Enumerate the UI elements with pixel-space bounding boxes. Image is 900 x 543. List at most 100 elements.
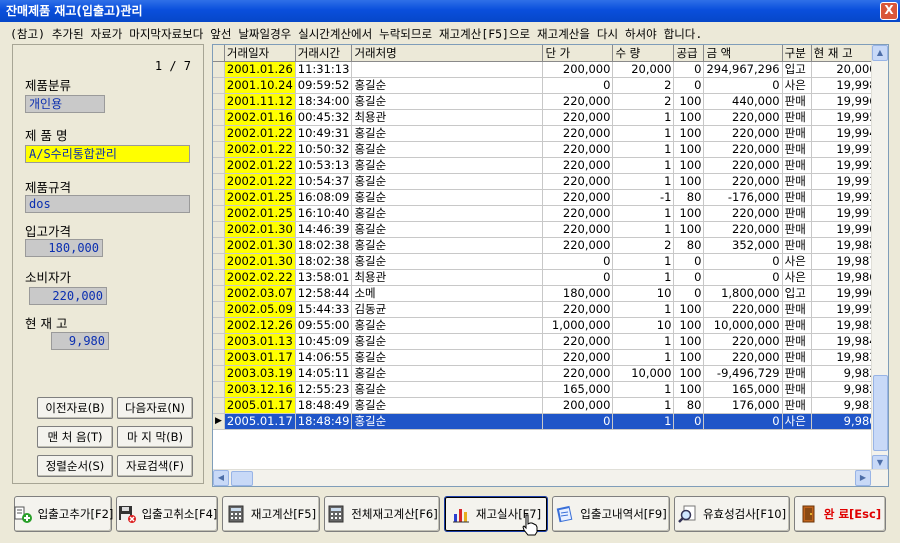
cancel-inout-label: 입출고취소[F4] <box>141 507 218 521</box>
table-row[interactable]: 2002.01.30 18:02:38 홍길순 220,000 2 80 352,000 판매… <box>213 237 880 254</box>
column-header[interactable]: 거래일자 <box>224 45 296 62</box>
cancel-inout-button[interactable]: 입출고취소[F4] <box>116 496 218 532</box>
table-row[interactable]: 2002.02.22 13:58:01 최용관 0 1 0 0 사은 19,986 <box>213 269 880 286</box>
table-cell: 220,000 <box>542 173 614 190</box>
close-button[interactable]: X <box>880 2 898 20</box>
document-report-icon <box>556 505 573 523</box>
table-row[interactable]: 2002.01.25 16:08:09 홍길순 220,000 -1 80 -176,000… <box>213 189 880 206</box>
next-record-button[interactable]: 다음자료(N) <box>117 397 193 419</box>
table-row[interactable]: 2002.05.09 15:44:33 김동균 220,000 1 100 220,000 판… <box>213 301 880 318</box>
table-cell: 220,000 <box>703 141 783 158</box>
column-header[interactable]: 현 재 고 <box>811 45 880 62</box>
table-cell: 2005.01.17 <box>224 413 296 430</box>
row-indicator <box>213 333 225 350</box>
column-header[interactable]: 수 량 <box>612 45 675 62</box>
table-row[interactable]: 2001.01.26 11:31:13 200,000 20,000 0 294,967,… <box>213 61 880 78</box>
table-row[interactable]: 2002.01.22 10:53:13 홍길순 220,000 1 100 220,000 판… <box>213 157 880 174</box>
table-row[interactable]: 2002.01.16 00:45:32 최용관 220,000 1 100 220,000 판… <box>213 109 880 126</box>
floppy-delete-icon <box>118 506 136 523</box>
table-row[interactable]: 2002.12.26 09:55:00 홍길순 1,000,000 10 100 10,00… <box>213 317 880 334</box>
record-search-button[interactable]: 자료검색(F) <box>117 455 193 477</box>
vertical-scroll-thumb[interactable] <box>873 375 888 451</box>
table-row[interactable]: 2003.03.19 14:05:11 홍길순 220,000 10,000 100 -9,… <box>213 365 880 382</box>
table-row[interactable]: 2002.01.25 16:10:40 홍길순 220,000 1 100 220,000 판… <box>213 205 880 222</box>
scroll-up-icon[interactable]: ▲ <box>872 45 888 61</box>
table-cell: 15:44:33 <box>295 301 353 318</box>
all-stock-calc-button[interactable]: 전체재고계산[F6] <box>324 496 440 532</box>
table-cell: 홍길순 <box>351 125 544 142</box>
table-row[interactable]: ▶ 2005.01.17 18:48:49 홍길순 0 1 0 0 사은 9,980 <box>213 413 880 430</box>
table-row[interactable]: 2005.01.17 18:48:49 홍길순 200,000 1 80 176,000 판매… <box>213 397 880 414</box>
validate-button[interactable]: 유효성검사[F10] <box>674 496 790 532</box>
inout-history-button[interactable]: 입출고내역서[F9] <box>552 496 670 532</box>
table-cell: 판매 <box>782 141 812 158</box>
table-cell: 220,000 <box>542 205 614 222</box>
table-cell: 100 <box>673 221 705 238</box>
column-header[interactable]: 구분 <box>782 45 812 62</box>
table-cell: 0 <box>673 413 705 430</box>
horizontal-scrollbar[interactable]: ◀ ▶ <box>213 469 888 486</box>
table-row[interactable]: 2002.01.30 18:02:38 홍길순 0 1 0 0 사은 19,987 <box>213 253 880 270</box>
table-cell: 18:34:00 <box>295 93 353 110</box>
table-row[interactable]: 2003.01.17 14:06:55 홍길순 220,000 1 100 220,000 판… <box>213 349 880 366</box>
table-row[interactable]: 2002.01.22 10:50:32 홍길순 220,000 1 100 220,000 판… <box>213 141 880 158</box>
horizontal-scroll-thumb[interactable] <box>231 471 253 486</box>
table-cell: 2002.01.30 <box>224 221 296 238</box>
column-header[interactable]: 단 가 <box>542 45 614 62</box>
done-button[interactable]: 완 료[Esc] <box>794 496 886 532</box>
table-cell: 2003.01.13 <box>224 333 296 350</box>
table-row[interactable]: 2003.01.13 10:45:09 홍길순 220,000 1 100 220,000 판… <box>213 333 880 350</box>
table-cell: 입고 <box>782 61 812 78</box>
table-cell: 2002.01.30 <box>224 253 296 270</box>
consumer-price-field[interactable]: 220,000 <box>29 287 107 305</box>
table-cell: 0 <box>542 253 614 270</box>
table-cell: 0 <box>703 413 783 430</box>
in-price-field[interactable]: 180,000 <box>25 239 103 257</box>
row-indicator: ▶ <box>213 413 225 430</box>
spec-field[interactable]: dos <box>25 195 190 213</box>
table-row[interactable]: 2001.10.24 09:59:52 홍길순 0 2 0 0 사은 19,998 <box>213 77 880 94</box>
table-cell: 홍길순 <box>351 237 544 254</box>
table-cell: 220,000 <box>542 157 614 174</box>
calculator-icon <box>228 505 244 523</box>
table-cell: 1 <box>612 301 675 318</box>
table-cell: 220,000 <box>703 205 783 222</box>
table-cell: 0 <box>542 77 614 94</box>
table-cell: 1 <box>612 269 675 286</box>
table-row[interactable]: 2001.11.12 18:34:00 홍길순 220,000 2 100 440,000 판… <box>213 93 880 110</box>
vertical-scrollbar[interactable]: ▲ ▼ <box>871 45 888 471</box>
table-row[interactable]: 2002.01.22 10:54:37 홍길순 220,000 1 100 220,000 판… <box>213 173 880 190</box>
column-header[interactable]: 금 액 <box>703 45 783 62</box>
column-header[interactable]: 거래처명 <box>351 45 544 62</box>
table-cell: 판매 <box>782 381 812 398</box>
scroll-left-icon[interactable]: ◀ <box>213 470 229 486</box>
table-cell: 홍길순 <box>351 141 544 158</box>
transaction-grid[interactable]: 거래일자 거래시간 거래처명 단 가수 량 공급 금 액 구분 현 재 고 2001.01.2… <box>212 44 889 487</box>
table-cell: 판매 <box>782 333 812 350</box>
exit-door-icon <box>802 505 815 523</box>
table-cell: 홍길순 <box>351 93 544 110</box>
table-row[interactable]: 2003.12.16 12:55:23 홍길순 165,000 1 100 165,000 판… <box>213 381 880 398</box>
table-cell: 220,000 <box>542 141 614 158</box>
prev-record-button[interactable]: 이전자료(B) <box>37 397 113 419</box>
last-record-button[interactable]: 마 지 막(B) <box>117 426 193 448</box>
add-inout-button[interactable]: 입출고추가[F2] <box>14 496 113 532</box>
table-cell: 176,000 <box>703 397 783 414</box>
column-header[interactable]: 공급 <box>673 45 705 62</box>
stock-calc-button[interactable]: 재고계산[F5] <box>222 496 320 532</box>
first-record-button[interactable]: 맨 처 음(T) <box>37 426 113 448</box>
row-indicator <box>213 77 225 94</box>
category-field[interactable]: 개인용 <box>25 95 105 113</box>
sort-order-button[interactable]: 정렬순서(S) <box>37 455 113 477</box>
product-panel: 1 / 7 제품분류 개인용 제 품 명 A/S수리통합관리 제품규격 dos … <box>12 44 204 484</box>
name-field[interactable]: A/S수리통합관리 <box>25 145 190 163</box>
table-row[interactable]: 2002.03.07 12:58:44 소메 180,000 10 0 1,800,000 입… <box>213 285 880 302</box>
row-indicator <box>213 237 225 254</box>
table-cell: 180,000 <box>542 285 614 302</box>
scroll-right-icon[interactable]: ▶ <box>855 470 871 486</box>
table-cell: 19,985 <box>811 317 880 334</box>
table-row[interactable]: 2002.01.30 14:46:39 홍길순 220,000 1 100 220,000 판… <box>213 221 880 238</box>
column-header[interactable]: 거래시간 <box>295 45 353 62</box>
stock-field[interactable]: 9,980 <box>51 332 109 350</box>
table-row[interactable]: 2002.01.22 10:49:31 홍길순 220,000 1 100 220,000 판… <box>213 125 880 142</box>
